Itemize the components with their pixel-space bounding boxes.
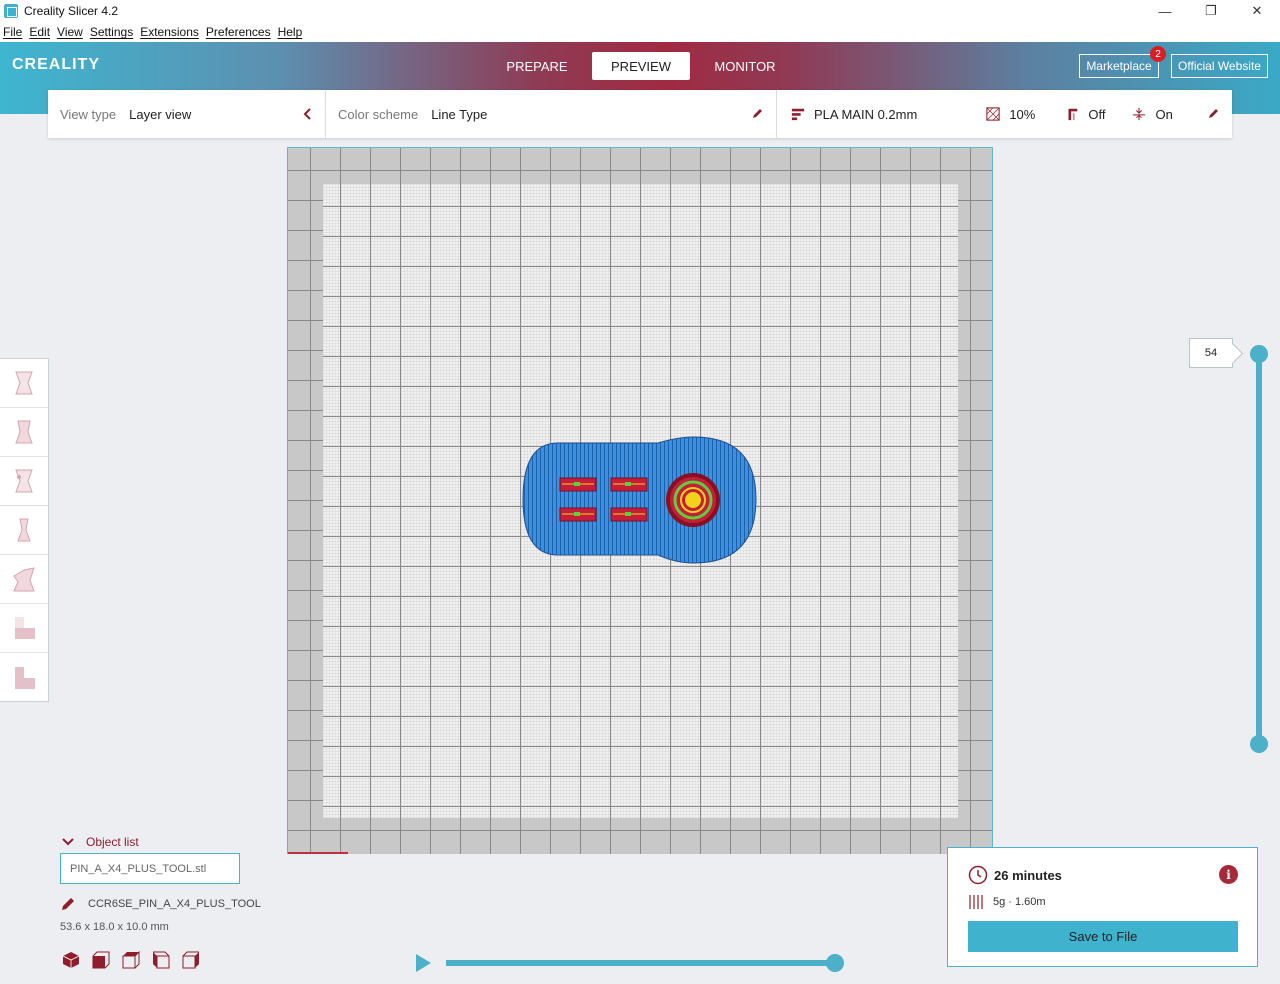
stage-tabs: PREPARE PREVIEW MONITOR xyxy=(488,52,800,80)
view-top-icon xyxy=(15,469,33,493)
view-bottom-icon xyxy=(15,666,35,689)
print-time-row: 26 minutes xyxy=(968,865,1062,885)
view-right-button[interactable] xyxy=(0,555,48,604)
print-time: 26 minutes xyxy=(994,867,1062,883)
creality-logo: CREALITY xyxy=(12,56,100,73)
layer-number: 54 xyxy=(1204,347,1218,359)
chevron-left-icon[interactable] xyxy=(303,107,313,121)
view-left-icon xyxy=(17,518,31,542)
menu-bar: File Edit View Settings Extensions Prefe… xyxy=(0,22,1280,42)
view-type-section[interactable]: View type Layer view xyxy=(48,90,325,138)
view-3d-icon xyxy=(15,371,33,395)
view-type-value: Layer view xyxy=(129,106,192,122)
camera-top-button[interactable] xyxy=(122,950,152,970)
object-file-item[interactable]: PIN_A_X4_PLUS_TOOL.stl xyxy=(60,853,240,884)
view-bottom-button[interactable] xyxy=(0,653,48,702)
object-name-row[interactable]: CCR6SE_PIN_A_X4_PLUS_TOOL xyxy=(60,896,261,912)
support-value: Off xyxy=(1088,106,1106,122)
object-list-toggle[interactable]: Object list xyxy=(62,835,139,849)
cube-3d-icon xyxy=(62,952,80,968)
menu-help[interactable]: Help xyxy=(278,25,303,39)
camera-front-button[interactable] xyxy=(92,950,122,970)
window-controls: — ❐ ✕ xyxy=(1142,0,1280,22)
cube-right-icon xyxy=(182,951,199,969)
menu-file[interactable]: File xyxy=(3,25,22,39)
object-list-label: Object list xyxy=(86,835,139,849)
info-icon[interactable]: i xyxy=(1219,865,1238,884)
view-left-button[interactable] xyxy=(0,506,48,555)
marketplace-badge: 2 xyxy=(1150,46,1166,62)
tab-preview[interactable]: PREVIEW xyxy=(592,52,690,80)
path-slider-track[interactable] xyxy=(446,960,836,966)
chevron-down-icon xyxy=(62,838,74,846)
cube-front-icon xyxy=(92,951,110,969)
camera-left-button[interactable] xyxy=(152,950,182,970)
menu-extensions[interactable]: Extensions xyxy=(140,25,199,39)
maximize-button[interactable]: ❐ xyxy=(1188,0,1234,22)
layer-slider-track[interactable] xyxy=(1256,354,1262,744)
object-file-name: PIN_A_X4_PLUS_TOOL.stl xyxy=(70,862,207,875)
app-logo-icon xyxy=(4,4,18,18)
cube-top-icon xyxy=(122,951,140,969)
menu-settings[interactable]: Settings xyxy=(90,25,133,39)
tab-prepare[interactable]: PREPARE xyxy=(488,52,586,80)
menu-edit[interactable]: Edit xyxy=(29,25,50,39)
filament-icon xyxy=(969,895,983,909)
adhesion-icon xyxy=(1133,107,1146,121)
menu-preferences[interactable]: Preferences xyxy=(206,25,271,39)
color-scheme-label: Color scheme xyxy=(338,106,419,122)
clock-icon xyxy=(968,865,988,885)
support-icon xyxy=(1068,108,1078,121)
official-website-button[interactable]: Official Website xyxy=(1171,54,1268,78)
marketplace-label: Marketplace xyxy=(1086,59,1152,73)
save-to-file-button[interactable]: Save to File xyxy=(968,921,1238,952)
window-title: Creality Slicer 4.2 xyxy=(24,4,119,18)
view-layflat-icon xyxy=(15,617,35,639)
view-3d-button[interactable] xyxy=(0,359,48,408)
camera-3d-button[interactable] xyxy=(62,950,92,970)
path-slider-handle[interactable] xyxy=(826,954,844,972)
color-scheme-value: Line Type xyxy=(431,106,488,122)
material-row: 5g · 1.60m xyxy=(968,894,1046,910)
cube-left-icon xyxy=(153,951,170,969)
adhesion-value: On xyxy=(1155,106,1173,122)
camera-right-button[interactable] xyxy=(182,950,212,970)
play-button[interactable] xyxy=(416,954,431,972)
object-dimensions: 53.6 x 18.0 x 10.0 mm xyxy=(60,921,169,933)
view-tools xyxy=(0,358,49,702)
camera-view-buttons xyxy=(62,950,212,970)
x-axis-indicator xyxy=(288,852,348,854)
view-type-label: View type xyxy=(60,106,117,122)
object-name: CCR6SE_PIN_A_X4_PLUS_TOOL xyxy=(88,898,261,910)
material-usage: 5g · 1.60m xyxy=(993,896,1046,908)
infill-icon xyxy=(986,107,1000,121)
settings-bar: View type Layer view Color scheme Line T… xyxy=(48,90,1232,138)
view-right-icon xyxy=(13,567,35,592)
pencil-icon[interactable] xyxy=(751,107,764,120)
infill-value: 10% xyxy=(1009,106,1036,122)
sliced-model[interactable] xyxy=(520,435,760,567)
view-top-button[interactable] xyxy=(0,457,48,506)
minimize-button[interactable]: — xyxy=(1142,0,1188,22)
title-bar: Creality Slicer 4.2 — ❐ ✕ xyxy=(0,0,1280,22)
layer-slider-bottom-handle[interactable] xyxy=(1250,735,1268,753)
layer-slider-top-handle[interactable] xyxy=(1250,345,1268,363)
menu-view[interactable]: View xyxy=(57,25,83,39)
layer-number-box[interactable]: 54 xyxy=(1189,338,1233,368)
rename-pencil-icon[interactable] xyxy=(60,896,76,912)
save-to-file-label: Save to File xyxy=(1068,929,1138,944)
print-output-panel: 26 minutes i 5g · 1.60m Save to File xyxy=(947,847,1258,967)
official-website-label: Official Website xyxy=(1178,59,1261,73)
color-scheme-section[interactable]: Color scheme Line Type xyxy=(325,90,776,138)
close-button[interactable]: ✕ xyxy=(1234,0,1280,22)
view-front-icon xyxy=(15,420,33,444)
tab-monitor[interactable]: MONITOR xyxy=(696,52,794,80)
marketplace-button[interactable]: Marketplace xyxy=(1079,54,1159,78)
profile-icon xyxy=(791,108,805,121)
print-settings-section[interactable]: PLA MAIN 0.2mm 10% Off On xyxy=(776,90,1232,138)
view-front-button[interactable] xyxy=(0,408,48,457)
view-layflat-button[interactable] xyxy=(0,604,48,653)
edit-settings-pencil-icon[interactable] xyxy=(1207,107,1220,120)
profile-value: PLA MAIN 0.2mm xyxy=(814,106,918,122)
